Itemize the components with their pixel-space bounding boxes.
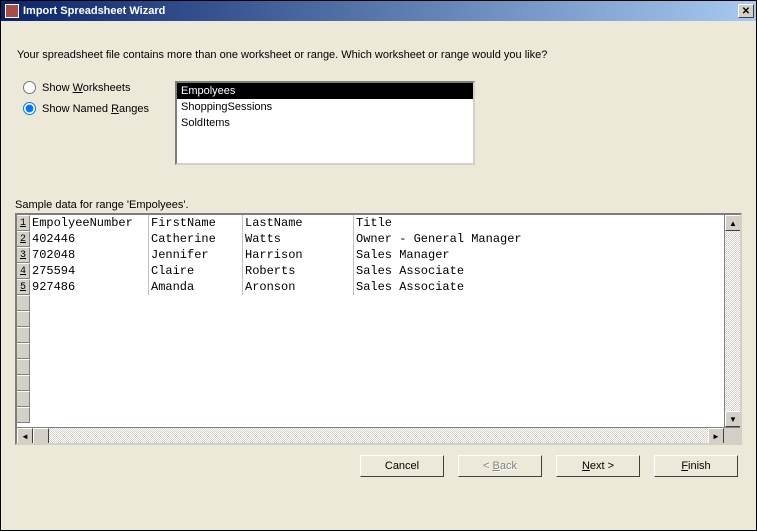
scroll-track[interactable] — [49, 428, 708, 443]
window-title: Import Spreadsheet Wizard — [23, 5, 738, 17]
radio-show-named-ranges-input[interactable] — [23, 102, 36, 115]
scroll-right-icon[interactable]: ► — [708, 428, 724, 444]
close-button[interactable]: ✕ — [738, 4, 754, 18]
cell: Sales Associate — [354, 263, 709, 279]
scroll-track[interactable] — [725, 231, 740, 411]
radio-group: Show Worksheets Show Named Ranges — [15, 81, 175, 123]
cell: 927486 — [30, 279, 149, 295]
radio-show-named-ranges-label: Show Named Ranges — [42, 103, 149, 115]
col-header: Title — [354, 215, 709, 231]
wizard-window: Import Spreadsheet Wizard ✕ Your spreads… — [0, 0, 757, 531]
table-row-empty — [17, 343, 724, 359]
table-row-empty — [17, 359, 724, 375]
cell: 402446 — [30, 231, 149, 247]
scroll-corner — [724, 428, 740, 444]
grid-rows: 1 EmpolyeeNumber FirstName LastName Titl… — [17, 215, 724, 427]
table-row-empty — [17, 391, 724, 407]
row-header: 2 — [17, 231, 30, 247]
range-listbox[interactable]: Empolyees ShoppingSessions SoldItems — [175, 81, 475, 165]
app-icon — [5, 4, 19, 18]
radio-show-worksheets[interactable]: Show Worksheets — [23, 81, 175, 94]
table-row-empty — [17, 311, 724, 327]
table-row: 5 927486 Amanda Aronson Sales Associate — [17, 279, 724, 295]
table-row-empty — [17, 327, 724, 343]
col-header: EmpolyeeNumber — [30, 215, 149, 231]
cell: Sales Manager — [354, 247, 709, 263]
cell: Jennifer — [149, 247, 243, 263]
intro-text: Your spreadsheet file contains more than… — [17, 49, 742, 61]
cell: Sales Associate — [354, 279, 709, 295]
back-button-label: < Back — [483, 460, 517, 472]
row-header: 3 — [17, 247, 30, 263]
row-header: 4 — [17, 263, 30, 279]
list-item[interactable]: SoldItems — [177, 115, 473, 131]
cell: Watts — [243, 231, 354, 247]
title-bar: Import Spreadsheet Wizard ✕ — [1, 1, 756, 21]
radio-show-worksheets-input[interactable] — [23, 81, 36, 94]
table-row: 3 702048 Jennifer Harrison Sales Manager — [17, 247, 724, 263]
cancel-button[interactable]: Cancel — [360, 455, 444, 477]
scroll-up-icon[interactable]: ▲ — [725, 215, 740, 231]
scroll-left-icon[interactable]: ◄ — [17, 428, 33, 444]
cell: Roberts — [243, 263, 354, 279]
finish-button[interactable]: Finish — [654, 455, 738, 477]
button-row: Cancel < Back Next > Finish — [15, 455, 742, 483]
sample-grid: 1 EmpolyeeNumber FirstName LastName Titl… — [15, 213, 742, 445]
table-row-empty — [17, 295, 724, 311]
table-row-empty — [17, 407, 724, 423]
cell: Catherine — [149, 231, 243, 247]
cell: Harrison — [243, 247, 354, 263]
list-item[interactable]: ShoppingSessions — [177, 99, 473, 115]
finish-button-label: Finish — [681, 460, 710, 472]
cell: Aronson — [243, 279, 354, 295]
radio-show-named-ranges[interactable]: Show Named Ranges — [23, 102, 175, 115]
cancel-button-label: Cancel — [385, 460, 419, 472]
cell: Claire — [149, 263, 243, 279]
radio-show-worksheets-label: Show Worksheets — [42, 82, 130, 94]
scroll-down-icon[interactable]: ▼ — [725, 411, 740, 427]
vertical-scrollbar[interactable]: ▲ ▼ — [724, 215, 740, 427]
cell: 702048 — [30, 247, 149, 263]
horizontal-scrollbar[interactable]: ◄ ► — [17, 427, 740, 443]
cell: Amanda — [149, 279, 243, 295]
wizard-body: Your spreadsheet file contains more than… — [1, 21, 756, 530]
table-row: 4 275594 Claire Roberts Sales Associate — [17, 263, 724, 279]
table-row: 2 402446 Catherine Watts Owner - General… — [17, 231, 724, 247]
cell: Owner - General Manager — [354, 231, 709, 247]
table-row-empty — [17, 375, 724, 391]
back-button: < Back — [458, 455, 542, 477]
table-header-row: 1 EmpolyeeNumber FirstName LastName Titl… — [17, 215, 724, 231]
row-header: 1 — [17, 215, 30, 231]
scroll-thumb[interactable] — [33, 428, 49, 444]
sample-data-label: Sample data for range 'Empolyees'. — [15, 199, 742, 211]
selector-row: Show Worksheets Show Named Ranges Empoly… — [15, 81, 742, 165]
col-header: FirstName — [149, 215, 243, 231]
next-button-label: Next > — [582, 460, 614, 472]
cell: 275594 — [30, 263, 149, 279]
next-button[interactable]: Next > — [556, 455, 640, 477]
row-header: 5 — [17, 279, 30, 295]
list-item[interactable]: Empolyees — [177, 83, 473, 99]
col-header: LastName — [243, 215, 354, 231]
